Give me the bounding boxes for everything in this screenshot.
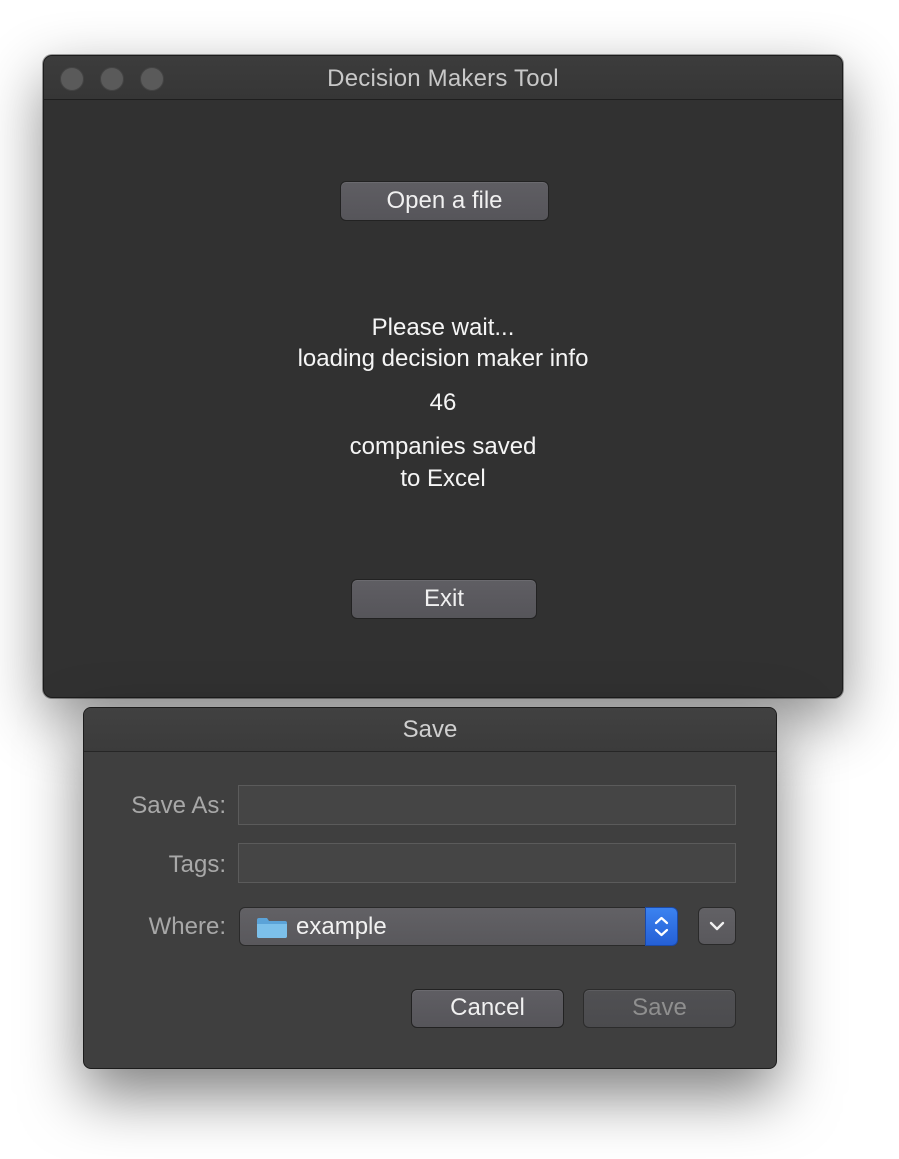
folder-icon (256, 917, 288, 939)
save-dialog-title: Save (402, 716, 458, 743)
desktop: Decision Makers Tool Open a file Please … (0, 0, 899, 1159)
status-text-loading: loading decision maker info (297, 345, 589, 372)
status-text-wait: Please wait... (371, 314, 515, 341)
exit-button[interactable]: Exit (351, 579, 537, 619)
chevron-down-icon (699, 921, 735, 948)
where-location-popup[interactable]: example (239, 907, 678, 946)
open-file-button[interactable]: Open a file (340, 181, 549, 221)
main-window: Decision Makers Tool Open a file Please … (43, 55, 843, 698)
save-button[interactable]: Save (583, 989, 736, 1028)
save-as-input[interactable] (238, 785, 736, 825)
window-title: Decision Makers Tool (327, 65, 559, 92)
title-bar[interactable]: Decision Makers Tool (44, 56, 842, 100)
tags-label: Tags: (168, 851, 226, 878)
expand-dialog-button[interactable] (698, 907, 736, 945)
cancel-button[interactable]: Cancel (411, 989, 564, 1028)
save-as-label: Save As: (131, 792, 226, 819)
where-location-value: example (296, 913, 387, 940)
save-dialog: Save Save As: Tags: Where: example Cance… (83, 707, 777, 1069)
saved-text-line-1: companies saved (349, 433, 537, 460)
where-label: Where: (148, 913, 226, 940)
save-dialog-title-bar: Save (84, 708, 776, 752)
saved-count: 46 (429, 389, 457, 416)
up-down-chevron-icon[interactable] (645, 907, 678, 946)
saved-text-line-2: to Excel (400, 465, 486, 492)
tags-input[interactable] (238, 843, 736, 883)
